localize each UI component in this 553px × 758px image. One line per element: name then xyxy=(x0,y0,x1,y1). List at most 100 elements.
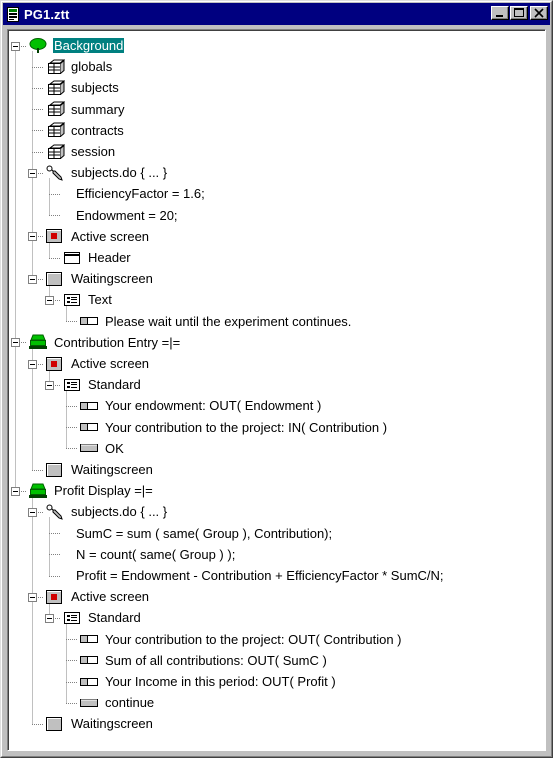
tree-node[interactable]: OK xyxy=(79,438,125,459)
tree-node[interactable]: Endowment = 20; xyxy=(75,205,179,226)
tree-node-label: subjects.do { ... } xyxy=(71,165,168,181)
tree-node[interactable]: subjects xyxy=(45,77,120,98)
tree-node[interactable]: session xyxy=(45,141,116,162)
waiting-screen-icon xyxy=(45,271,65,287)
tree-node[interactable]: N = count( same( Group ) ); xyxy=(75,544,236,565)
button-icon xyxy=(79,695,99,711)
tree-node[interactable]: Please wait until the experiment continu… xyxy=(79,311,352,332)
tree-node[interactable]: Active screen xyxy=(45,226,150,247)
item-icon xyxy=(79,419,99,435)
tree-node-label: Profit Display =|= xyxy=(54,483,153,499)
tree-node[interactable]: subjects.do { ... } xyxy=(45,501,168,522)
tree-node-label: N = count( same( Group ) ); xyxy=(76,546,236,562)
tree-node[interactable]: Profit Display =|= xyxy=(28,480,154,501)
tree-node-label: Waitingscreen xyxy=(71,271,153,287)
tree-node[interactable]: Background xyxy=(28,35,125,56)
tree-node[interactable]: Header xyxy=(62,247,132,268)
tree-container: Background globals subjects summary cont… xyxy=(8,30,545,750)
tree-node[interactable]: subjects.do { ... } xyxy=(45,162,168,183)
button-icon xyxy=(79,440,99,456)
tree-node[interactable]: Text xyxy=(62,289,113,310)
tree-node-label: Your endowment: OUT( Endowment ) xyxy=(105,398,322,414)
tree-node[interactable]: globals xyxy=(45,56,113,77)
table-icon xyxy=(45,122,66,138)
tree-node[interactable]: Waitingscreen xyxy=(45,459,154,480)
active-screen-icon xyxy=(45,589,65,605)
header-box-icon xyxy=(62,250,82,266)
tree-node[interactable]: summary xyxy=(45,99,125,120)
tree-node[interactable]: Your Income in this period: OUT( Profit … xyxy=(79,671,337,692)
document-window: PG1.ztt Background globals subjects summ… xyxy=(0,0,553,758)
maximize-button[interactable] xyxy=(510,6,528,20)
tree-expander-toggle[interactable] xyxy=(28,508,37,517)
table-icon xyxy=(45,143,66,160)
tree-node[interactable]: EfficiencyFactor = 1.6; xyxy=(75,183,206,204)
wrench-icon xyxy=(45,165,65,181)
tree-node[interactable]: Your contribution to the project: IN( Co… xyxy=(79,417,388,438)
tree-node-label: Standard xyxy=(88,377,141,393)
tree-expander-toggle[interactable] xyxy=(28,169,37,178)
tree-view[interactable]: Background globals subjects summary cont… xyxy=(7,29,546,751)
tree-node-label: OK xyxy=(105,440,124,456)
tree-node[interactable]: Sum of all contributions: OUT( SumC ) xyxy=(79,650,328,671)
standard-box-icon xyxy=(62,610,82,626)
tree-expander-toggle[interactable] xyxy=(11,487,20,496)
item-icon xyxy=(79,398,99,414)
waiting-screen-icon xyxy=(45,716,65,732)
tree-node[interactable]: Contribution Entry =|= xyxy=(28,332,181,353)
tree-node[interactable]: continue xyxy=(79,692,155,713)
tree-node-label: globals xyxy=(71,59,113,75)
wrench-icon xyxy=(45,504,65,520)
tree-node[interactable]: Standard xyxy=(62,607,142,628)
tree-node-label: Profit = Endowment - Contribution + Effi… xyxy=(76,568,444,583)
tree-expander-toggle[interactable] xyxy=(45,296,54,305)
tree-node-label: Endowment = 20; xyxy=(76,207,178,223)
tree-node[interactable]: Waitingscreen xyxy=(45,713,154,734)
item-icon xyxy=(79,313,99,329)
tree-node[interactable]: Waitingscreen xyxy=(45,268,154,289)
tree-node-label: Your contribution to the project: IN( Co… xyxy=(105,419,388,435)
table-icon xyxy=(45,101,66,117)
tree-node[interactable]: Your endowment: OUT( Endowment ) xyxy=(79,395,322,416)
title-bar[interactable]: PG1.ztt xyxy=(3,3,550,25)
minimize-button[interactable] xyxy=(491,6,509,20)
tree-node-label: session xyxy=(71,144,116,159)
tree-node-label: Active screen xyxy=(71,356,150,371)
tree-node-label: subjects xyxy=(71,80,119,96)
stage-icon xyxy=(28,334,48,350)
standard-box-icon xyxy=(62,377,82,393)
tree-node-label: subjects.do { ... } xyxy=(71,504,168,520)
item-icon xyxy=(79,631,99,647)
tree-node-label: Waitingscreen xyxy=(71,716,153,732)
tree-node-label: Header xyxy=(88,250,131,265)
waiting-screen-icon xyxy=(45,462,65,478)
tree-node[interactable]: contracts xyxy=(45,120,125,141)
window-title: PG1.ztt xyxy=(24,6,70,22)
tree-expander-toggle[interactable] xyxy=(11,42,20,51)
tree-expander-toggle[interactable] xyxy=(45,614,54,623)
tree-node[interactable]: Active screen xyxy=(45,353,150,374)
tree-expander-toggle[interactable] xyxy=(28,275,37,284)
close-button[interactable] xyxy=(530,6,548,20)
tree-expander-toggle[interactable] xyxy=(28,232,37,241)
table-icon xyxy=(45,59,66,75)
tree-node[interactable]: Active screen xyxy=(45,586,150,607)
tree-expander-toggle[interactable] xyxy=(28,593,37,602)
tree-node-label: Please wait until the experiment continu… xyxy=(105,313,352,329)
tree-node[interactable]: SumC = sum ( same( Group ), Contribution… xyxy=(75,523,333,544)
tree-expander-toggle[interactable] xyxy=(11,338,20,347)
tree-expander-toggle[interactable] xyxy=(28,360,37,369)
tree-node-label: Text xyxy=(88,292,112,308)
tree-node-label: Standard xyxy=(88,610,141,626)
tree-node[interactable]: Standard xyxy=(62,374,142,395)
tree-node-label: Active screen xyxy=(71,589,150,605)
tree-node-label: Waitingscreen xyxy=(71,462,153,477)
tree-node-label: SumC = sum ( same( Group ), Contribution… xyxy=(76,525,333,541)
tree-node-label: summary xyxy=(71,101,125,117)
tree-node[interactable]: Profit = Endowment - Contribution + Effi… xyxy=(75,565,445,586)
item-icon xyxy=(79,674,99,690)
tree-node-label: Your contribution to the project: OUT( C… xyxy=(105,631,402,647)
tree-node-label: Background xyxy=(53,38,125,53)
tree-expander-toggle[interactable] xyxy=(45,381,54,390)
tree-node[interactable]: Your contribution to the project: OUT( C… xyxy=(79,629,403,650)
